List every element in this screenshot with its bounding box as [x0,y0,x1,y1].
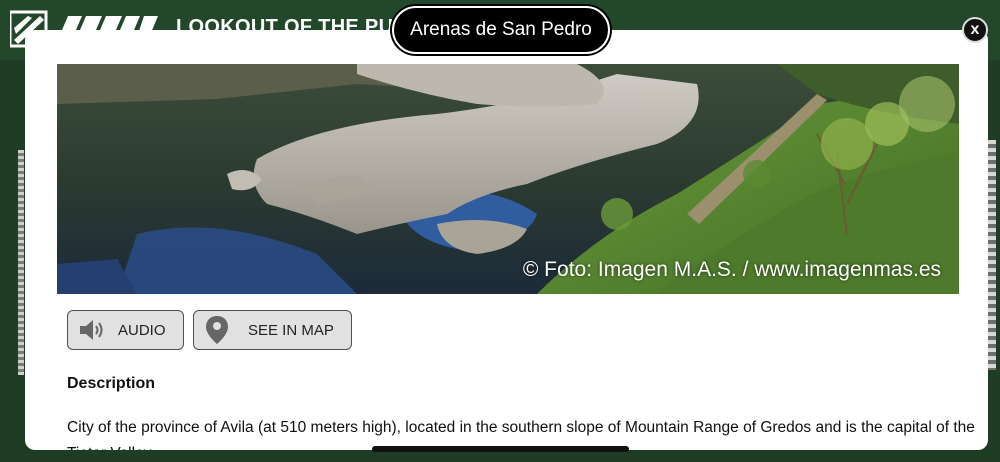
location-photo: © Foto: Imagen M.A.S. / www.imagenmas.es [57,64,959,294]
background-sidebar-edge [18,150,24,375]
speaker-icon [76,315,106,345]
audio-button-label: AUDIO [118,321,166,339]
point-detail-modal: © Foto: Imagen M.A.S. / www.imagenmas.es… [25,30,988,450]
background-sidebar-edge-right [988,140,996,370]
see-in-map-button-label: SEE IN MAP [248,321,334,339]
description-heading: Description [67,375,156,392]
close-icon[interactable]: x [962,17,988,43]
modal-title: Arenas de San Pedro [392,6,610,54]
audio-button[interactable]: AUDIO [67,310,184,350]
description-text: City of the province of Avila (at 510 me… [67,419,975,450]
see-in-map-button[interactable]: SEE IN MAP [193,310,352,350]
home-indicator[interactable] [372,446,629,452]
photo-credit: © Foto: Imagen M.A.S. / www.imagenmas.es [522,258,941,281]
map-pin-icon [202,315,232,345]
